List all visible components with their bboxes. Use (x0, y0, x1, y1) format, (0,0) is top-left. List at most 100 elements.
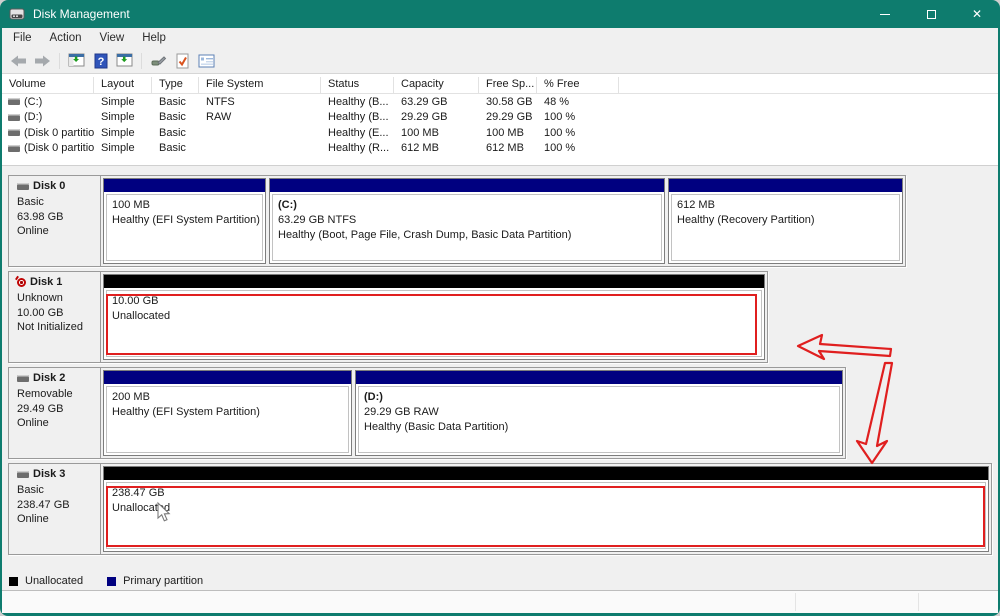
disk-name: Disk 3 (33, 468, 65, 480)
column-header-type[interactable]: Type (152, 77, 199, 93)
unallocated-space-disk1[interactable]: 10.00 GB Unallocated (103, 274, 765, 360)
disk2-partitions: 200 MB Healthy (EFI System Partition) (D… (101, 368, 845, 458)
disk-row-2: Disk 2 Removable 29.49 GB Online 200 MB … (8, 367, 846, 459)
cell-pct-free: 100 % (537, 111, 619, 123)
disk3-partitions: 238.47 GB Unallocated (101, 464, 991, 554)
disk-name: Disk 0 (33, 180, 65, 192)
menu-file[interactable]: File (4, 30, 41, 46)
cell-file-system: NTFS (199, 96, 321, 108)
cell-pct-free: 48 % (537, 96, 619, 108)
cell-layout: Simple (94, 96, 152, 108)
column-header-status[interactable]: Status (321, 77, 394, 93)
maximize-button[interactable] (908, 0, 954, 28)
unallocated-space-disk3[interactable]: 238.47 GB Unallocated (103, 466, 989, 552)
column-header-filler (619, 77, 998, 93)
annotation-arrow-left (798, 335, 891, 359)
minimize-button[interactable] (862, 0, 908, 28)
partition-band (104, 179, 265, 192)
menu-bar: File Action View Help (2, 28, 998, 48)
column-header-file-system[interactable]: File System (199, 77, 321, 93)
disk-kind: Basic (17, 483, 96, 498)
status-bar-divider (918, 593, 919, 611)
table-row[interactable]: (C:) Simple Basic NTFS Healthy (B... 63.… (2, 94, 998, 110)
minimize-icon (880, 14, 890, 15)
table-row[interactable]: (Disk 0 partition 4) Simple Basic Health… (2, 141, 998, 157)
toolbar: ? (2, 48, 998, 74)
partition-band (270, 179, 664, 192)
partition-status: Healthy (Recovery Partition) (677, 213, 897, 228)
partition-d-drive[interactable]: (D:) 29.29 GB RAW Healthy (Basic Data Pa… (355, 370, 843, 456)
partition-c-drive[interactable]: (C:) 63.29 GB NTFS Healthy (Boot, Page F… (269, 178, 665, 264)
disk-size: 63.98 GB (17, 210, 96, 225)
partition-size: 100 MB (112, 198, 260, 213)
cell-capacity: 29.29 GB (394, 111, 479, 123)
forward-icon[interactable] (32, 50, 53, 71)
app-drive-icon (9, 7, 25, 21)
disk-row-3: Disk 3 Basic 238.47 GB Online 238.47 GB … (8, 463, 992, 555)
menu-view[interactable]: View (91, 30, 134, 46)
toolbar-separator (59, 53, 60, 69)
disk-kind: Basic (17, 195, 96, 210)
column-header-free-space[interactable]: Free Sp... (479, 77, 537, 93)
menu-action[interactable]: Action (41, 30, 91, 46)
disk-icon (17, 375, 29, 382)
console-window-icon[interactable] (114, 50, 135, 71)
check-document-icon[interactable] (172, 50, 193, 71)
disk-tool-icon[interactable] (148, 50, 169, 71)
column-header-volume[interactable]: Volume (2, 77, 94, 93)
partition-status: Healthy (Boot, Page File, Crash Dump, Ba… (278, 228, 659, 243)
toolbar-separator (141, 53, 142, 69)
menu-help[interactable]: Help (133, 30, 175, 46)
partition-band (104, 371, 351, 384)
column-header-layout[interactable]: Layout (94, 77, 152, 93)
partition-efi-disk0[interactable]: 100 MB Healthy (EFI System Partition) (103, 178, 266, 264)
show-console-tree-icon[interactable] (66, 50, 87, 71)
disk-warning-icon (17, 278, 26, 287)
disk0-partitions: 100 MB Healthy (EFI System Partition) (C… (101, 176, 905, 266)
disk-state: Online (17, 512, 96, 527)
partition-size: 29.29 GB RAW (364, 405, 837, 420)
partition-status: Unallocated (112, 309, 759, 324)
main-content: Volume Layout Type File System Status Ca… (2, 74, 998, 613)
partition-size: 238.47 GB (112, 486, 983, 501)
cell-type: Basic (152, 142, 199, 154)
table-row[interactable]: (D:) Simple Basic RAW Healthy (B... 29.2… (2, 110, 998, 126)
cell-type: Basic (152, 96, 199, 108)
volume-icon (8, 129, 20, 136)
cell-free-space: 612 MB (479, 142, 537, 154)
cell-status: Healthy (E... (321, 127, 394, 139)
partition-size: 612 MB (677, 198, 897, 213)
partition-band (104, 467, 988, 480)
partition-recovery-disk0[interactable]: 612 MB Healthy (Recovery Partition) (668, 178, 903, 264)
disk1-label[interactable]: Disk 1 Unknown 10.00 GB Not Initialized (9, 272, 101, 362)
disk1-partitions: 10.00 GB Unallocated (101, 272, 767, 362)
status-bar (2, 591, 998, 613)
disk3-label[interactable]: Disk 3 Basic 238.47 GB Online (9, 464, 101, 554)
partition-band (104, 275, 764, 288)
disk-state: Online (17, 224, 96, 239)
cell-layout: Simple (94, 111, 152, 123)
disk-state: Online (17, 416, 96, 431)
disk0-label[interactable]: Disk 0 Basic 63.98 GB Online (9, 176, 101, 266)
title-bar: Disk Management ✕ (0, 0, 1000, 28)
partition-size: 63.29 GB NTFS (278, 213, 659, 228)
close-button[interactable]: ✕ (954, 0, 1000, 28)
partition-efi-disk2[interactable]: 200 MB Healthy (EFI System Partition) (103, 370, 352, 456)
help-icon[interactable]: ? (90, 50, 111, 71)
disk-icon (17, 471, 29, 478)
volume-name: (Disk 0 partition 1) (24, 127, 94, 139)
back-icon[interactable] (8, 50, 29, 71)
partition-status: Healthy (EFI System Partition) (112, 405, 346, 420)
disk-state: Not Initialized (17, 320, 96, 335)
cell-status: Healthy (R... (321, 142, 394, 154)
window-controls: ✕ (862, 0, 1000, 28)
properties-icon[interactable] (196, 50, 217, 71)
window-title: Disk Management (33, 7, 130, 21)
column-header-pct-free[interactable]: % Free (537, 77, 619, 93)
partition-title: (C:) (278, 198, 659, 213)
disk2-label[interactable]: Disk 2 Removable 29.49 GB Online (9, 368, 101, 458)
column-header-capacity[interactable]: Capacity (394, 77, 479, 93)
table-row[interactable]: (Disk 0 partition 1) Simple Basic Health… (2, 125, 998, 141)
partition-band (669, 179, 902, 192)
legend-bar: Unallocated Primary partition (2, 572, 998, 591)
